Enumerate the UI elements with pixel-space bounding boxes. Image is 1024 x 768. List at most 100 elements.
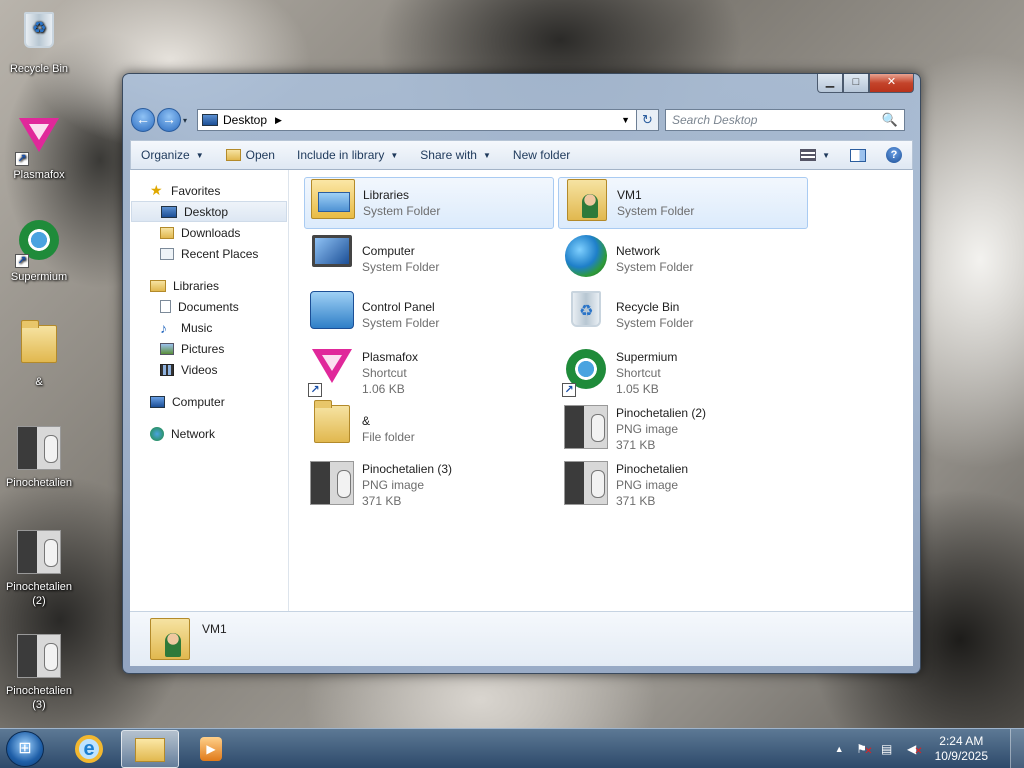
- clock-time: 2:24 AM: [939, 734, 984, 748]
- windows-explorer-icon: [135, 738, 165, 762]
- file-item-computer[interactable]: Computer System Folder: [304, 233, 554, 285]
- user-folder-icon: [146, 615, 194, 663]
- search-placeholder: Search Desktop: [672, 113, 758, 127]
- nav-label: Videos: [181, 362, 218, 377]
- nav-downloads[interactable]: Downloads: [130, 222, 288, 243]
- help-icon[interactable]: ?: [886, 147, 902, 163]
- file-item-supermium[interactable]: ↗ Supermium Shortcut 1.05 KB: [558, 345, 808, 401]
- nav-label: Desktop: [184, 204, 229, 219]
- nav-desktop[interactable]: Desktop: [131, 201, 287, 222]
- nav-libraries[interactable]: Libraries: [130, 275, 288, 296]
- folder-icon: [308, 400, 356, 453]
- file-item-ampersand-folder[interactable]: & File folder: [304, 400, 554, 457]
- desktop-icon-recycle-bin[interactable]: Recycle Bin: [0, 6, 78, 76]
- downloads-icon: [160, 226, 174, 239]
- file-item-libraries[interactable]: Libraries System Folder: [304, 177, 554, 229]
- desktop-icon-ampersand-folder[interactable]: &: [0, 320, 78, 389]
- file-item-network[interactable]: Network System Folder: [558, 233, 808, 285]
- nav-network[interactable]: Network: [130, 423, 288, 444]
- organize-button[interactable]: Organize ▼: [141, 148, 204, 162]
- address-bar[interactable]: Desktop ▶ ▼: [197, 109, 637, 131]
- explorer-window: ▁ □ ✕ ← → ▾ Desktop ▶ ▼ ↻ Search Desktop…: [122, 73, 921, 674]
- open-button[interactable]: Open: [225, 148, 275, 162]
- shortcut-arrow-icon: ↗: [15, 152, 29, 166]
- file-item-vm1[interactable]: VM1 System Folder: [558, 177, 808, 229]
- address-dropdown-icon[interactable]: ▼: [621, 115, 630, 125]
- item-size: 371 KB: [616, 494, 656, 508]
- nav-label: Downloads: [181, 225, 241, 240]
- desktop-icon-pinochetalien-2[interactable]: Pinochetalien (2): [0, 528, 78, 608]
- maximize-button[interactable]: □: [843, 74, 869, 93]
- desktop-icon-label: Pinochetalien (2): [5, 581, 73, 607]
- item-type: System Folder: [616, 316, 694, 330]
- minimize-button[interactable]: ▁: [817, 74, 843, 93]
- control-panel-icon: [308, 291, 356, 339]
- preview-pane-icon[interactable]: [850, 148, 866, 162]
- item-type: System Folder: [616, 260, 694, 274]
- taskbar-media-player[interactable]: ▶: [182, 730, 240, 768]
- desktop-icon-label: Pinochetalien: [5, 477, 73, 489]
- view-controls: ▼ ?: [800, 147, 902, 163]
- desktop-icon-label: &: [35, 376, 43, 388]
- file-item-pinochetalien-2[interactable]: Pinochetalien (2) PNG image 371 KB: [558, 401, 808, 457]
- item-size: 371 KB: [362, 494, 402, 508]
- chevron-down-icon: ▼: [482, 150, 491, 160]
- recent-pages-caret-icon[interactable]: ▾: [183, 116, 193, 125]
- share-with-button[interactable]: Share with ▼: [420, 148, 491, 162]
- search-input[interactable]: Search Desktop 🔍: [665, 109, 905, 131]
- network-status-icon[interactable]: ▤: [879, 741, 895, 757]
- taskbar: ⊞ e ▶ ▲ ⚑ ✕ ▤ ◀ ✕ 2:24 AM 10/9/2025: [0, 728, 1024, 768]
- recent-places-icon: [160, 247, 174, 260]
- volume-muted-icon[interactable]: ◀ ✕: [904, 741, 923, 757]
- taskbar-internet-explorer[interactable]: e: [60, 730, 118, 768]
- close-button[interactable]: ✕: [869, 74, 914, 93]
- nav-music[interactable]: ♪ Music: [130, 317, 288, 338]
- forward-button[interactable]: →: [157, 108, 181, 132]
- desktop-icon-supermium[interactable]: ↗ Supermium: [0, 216, 78, 284]
- item-type: File folder: [362, 430, 415, 444]
- desktop-icon-label: Recycle Bin: [9, 63, 69, 75]
- file-item-control-panel[interactable]: Control Panel System Folder: [304, 289, 554, 341]
- show-hidden-icons-arrow-icon[interactable]: ▲: [835, 744, 844, 754]
- libraries-icon: [150, 279, 166, 292]
- system-clock[interactable]: 2:24 AM 10/9/2025: [935, 734, 988, 764]
- breadcrumb-desktop[interactable]: Desktop: [223, 113, 267, 127]
- change-view-icon[interactable]: [800, 149, 817, 161]
- notification-area: ▲ ⚑ ✕ ▤ ◀ ✕ 2:24 AM 10/9/2025: [835, 729, 1024, 768]
- refresh-button[interactable]: ↻: [637, 109, 659, 131]
- item-type: System Folder: [617, 204, 695, 218]
- file-item-pinochetalien[interactable]: Pinochetalien PNG image 371 KB: [558, 457, 808, 513]
- start-button[interactable]: ⊞: [6, 731, 44, 767]
- user-folder-icon: [563, 179, 611, 227]
- nav-documents[interactable]: Documents: [130, 296, 288, 317]
- desktop-icon-pinochetalien-3[interactable]: Pinochetalien (3): [0, 632, 78, 712]
- documents-icon: [160, 300, 171, 313]
- desktop-icon-pinochetalien[interactable]: Pinochetalien: [0, 424, 78, 490]
- back-button[interactable]: ←: [131, 108, 155, 132]
- view-options-caret-icon[interactable]: ▼: [822, 151, 830, 160]
- videos-icon: [160, 363, 174, 376]
- file-item-plasmafox[interactable]: ↗ Plasmafox Shortcut 1.06 KB: [304, 345, 554, 401]
- breadcrumb-chevron-icon[interactable]: ▶: [275, 115, 282, 126]
- include-in-library-button[interactable]: Include in library ▼: [297, 148, 398, 162]
- nav-label: Computer: [172, 394, 225, 409]
- item-type: PNG image: [616, 478, 679, 492]
- item-type: Shortcut: [362, 366, 407, 380]
- new-folder-button[interactable]: New folder: [513, 148, 570, 162]
- nav-computer[interactable]: Computer: [130, 391, 288, 412]
- nav-pictures[interactable]: Pictures: [130, 338, 288, 359]
- action-center-flag-icon[interactable]: ⚑ ✕: [854, 741, 872, 757]
- desktop-icon-label: Supermium: [10, 271, 68, 283]
- file-item-recycle-bin[interactable]: Recycle Bin System Folder: [558, 289, 808, 341]
- taskbar-windows-explorer[interactable]: [121, 730, 179, 768]
- desktop-icon-plasmafox[interactable]: ↗ Plasmafox: [0, 112, 78, 182]
- nav-videos[interactable]: Videos: [130, 359, 288, 380]
- search-icon[interactable]: 🔍: [882, 112, 898, 128]
- item-name: Pinochetalien: [616, 462, 689, 476]
- item-type: Shortcut: [616, 366, 661, 380]
- nav-recent-places[interactable]: Recent Places: [130, 243, 288, 264]
- command-bar: Organize ▼ Open Include in library ▼ Sha…: [130, 140, 913, 170]
- nav-favorites[interactable]: ★ Favorites: [130, 180, 288, 201]
- file-item-pinochetalien-3[interactable]: Pinochetalien (3) PNG image 371 KB: [304, 457, 554, 513]
- show-desktop-button[interactable]: [1010, 729, 1024, 768]
